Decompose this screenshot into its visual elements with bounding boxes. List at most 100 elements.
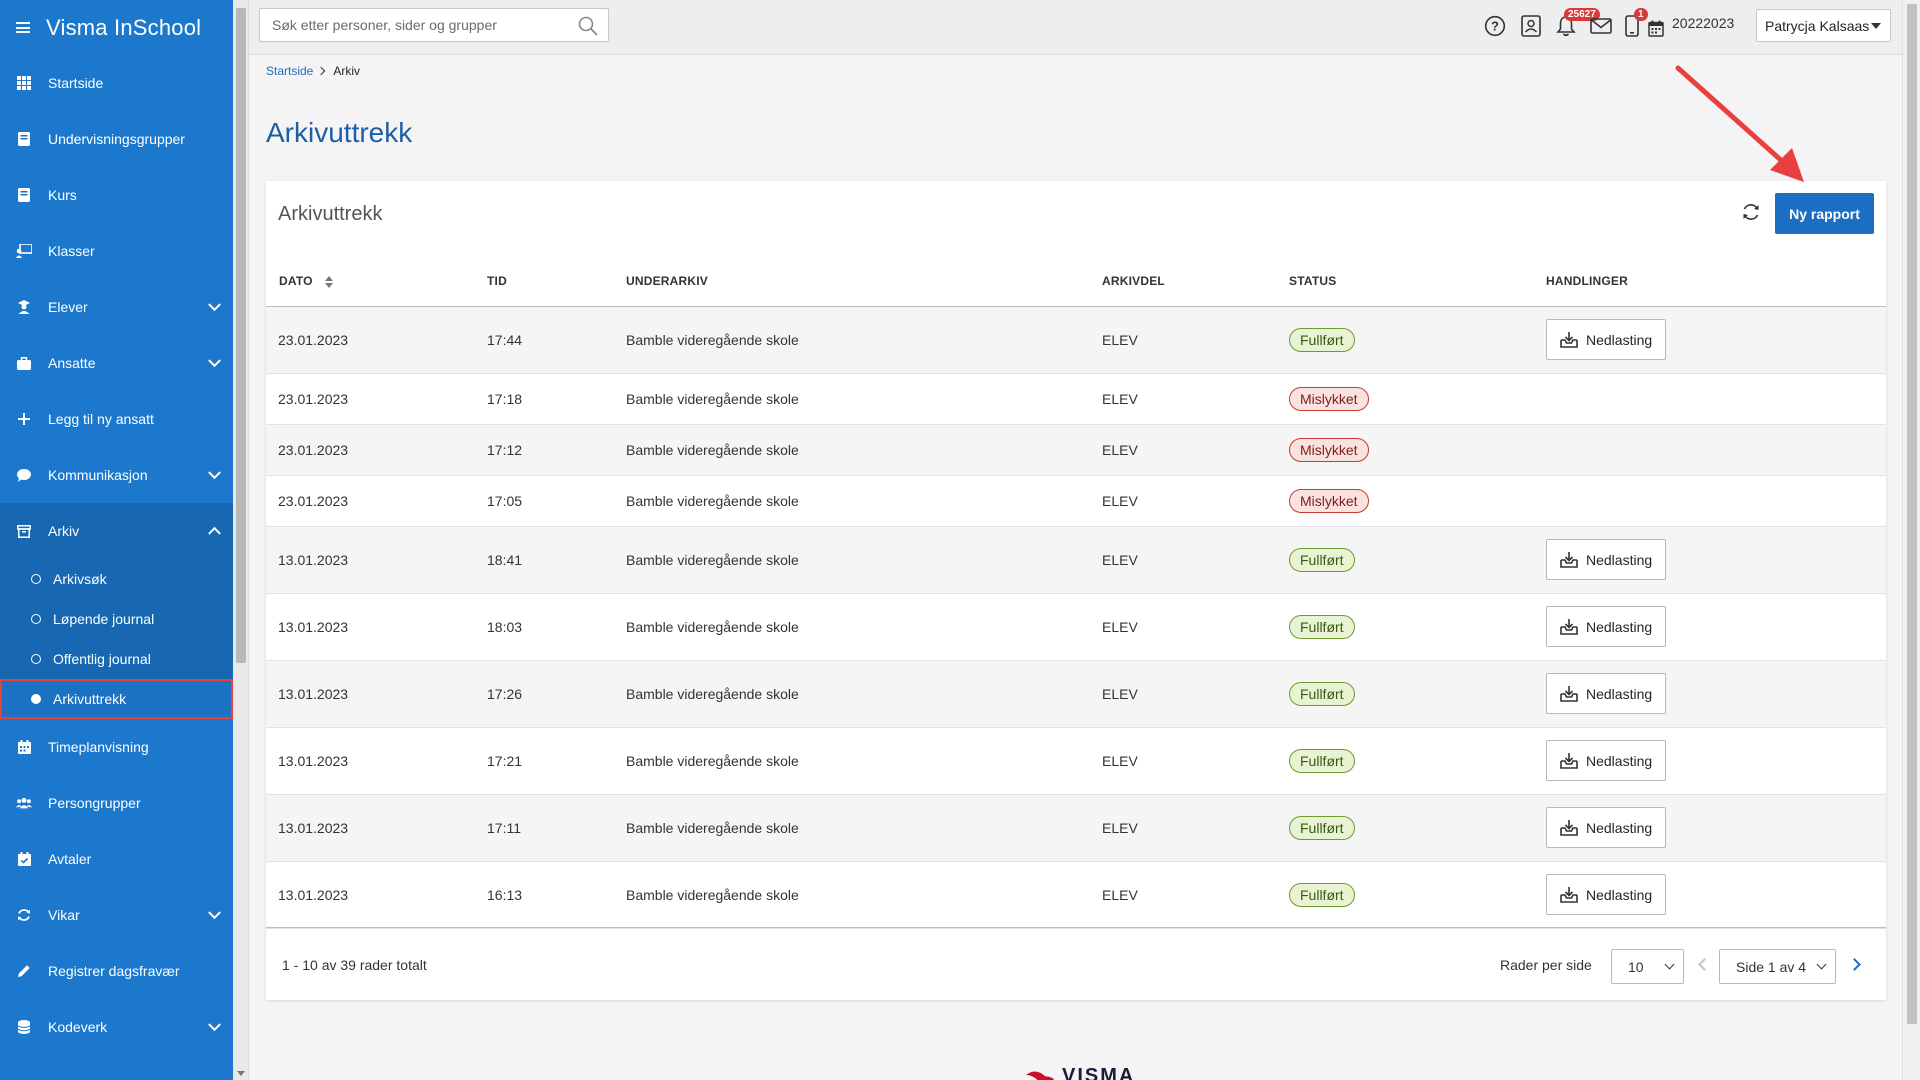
sidebar-item-kodeverk[interactable]: Kodeverk [0, 999, 233, 1055]
cell-status: Fullført [1289, 861, 1546, 929]
sidebar-item-klasser[interactable]: Klasser [0, 223, 233, 279]
mobile-device-icon[interactable]: 1 [1620, 8, 1648, 40]
help-icon[interactable]: ? [1483, 12, 1507, 40]
cell-actions [1546, 424, 1886, 476]
sort-icon[interactable] [324, 275, 333, 288]
chevron-down-icon[interactable] [208, 466, 221, 480]
hamburger-menu-icon[interactable] [16, 22, 30, 33]
cell-actions [1546, 475, 1886, 527]
page-select[interactable]: Side 1 av 4 [1719, 949, 1836, 984]
sidebar-item-ansatte[interactable]: Ansatte [0, 335, 233, 391]
page-scrollbar-thumb[interactable] [1907, 4, 1917, 1024]
mail-icon[interactable] [1589, 12, 1613, 40]
calendar-check-icon [16, 851, 32, 867]
app-title: Visma InSchool [46, 14, 202, 40]
refresh-icon[interactable] [1741, 202, 1761, 222]
sidebar-item-timeplanvisning[interactable]: Timeplanvisning [0, 719, 233, 775]
svg-text:?: ? [1491, 19, 1499, 34]
cell-arkivdel: ELEV [1102, 373, 1289, 425]
status-badge: Fullført [1289, 327, 1355, 352]
page-scrollbar[interactable] [1902, 0, 1920, 1080]
sidebar-item-label: Vikar [48, 907, 80, 923]
next-page-icon[interactable] [1848, 958, 1861, 971]
notification-bell-icon[interactable]: 25627 [1554, 8, 1600, 40]
sidebar-item-label: Ansatte [48, 355, 96, 371]
cell-arkivdel: ELEV [1102, 475, 1289, 527]
chevron-up-icon[interactable] [208, 526, 221, 540]
breadcrumb: Startside Arkiv [266, 64, 360, 78]
user-menu-button[interactable]: Patrycja Kalsaas [1756, 9, 1891, 42]
download-label: Nedlasting [1586, 551, 1653, 568]
cell-date: 13.01.2023 [266, 861, 487, 929]
cell-actions: Nedlasting [1546, 861, 1886, 929]
chevron-down-icon[interactable] [208, 906, 221, 920]
previous-page-icon[interactable] [1698, 958, 1711, 971]
chevron-down-icon[interactable] [208, 354, 221, 368]
sidebar-item-registrer-dagsfravaer[interactable]: Registrer dagsfravær [0, 943, 233, 999]
cell-underarkiv: Bamble videregående skole [626, 526, 1102, 594]
school-year[interactable]: 20222023 [1672, 15, 1734, 31]
sidebar-item-arkiv[interactable]: Arkiv [0, 503, 233, 559]
scroll-down-arrow-icon[interactable] [237, 1071, 245, 1076]
cell-arkivdel: ELEV [1102, 794, 1289, 862]
sidebar: Visma InSchool Startside Undervisningsgr… [0, 0, 233, 1080]
cell-time: 18:41 [487, 526, 626, 594]
column-header-dato[interactable]: DATO [266, 256, 487, 307]
new-report-button[interactable]: Ny rapport [1775, 193, 1874, 234]
table-row: 23.01.2023 17:12 Bamble videregående skole… [266, 424, 1886, 476]
download-button[interactable]: Nedlasting [1546, 740, 1667, 781]
download-button[interactable]: Nedlasting [1546, 807, 1667, 848]
download-icon [1560, 819, 1578, 836]
sidebar-item-startside[interactable]: Startside [0, 55, 233, 111]
sidebar-item-vikar[interactable]: Vikar [0, 887, 233, 943]
breadcrumb-home-link[interactable]: Startside [266, 64, 313, 78]
download-button[interactable]: Nedlasting [1546, 539, 1667, 580]
pencil-icon [16, 963, 32, 979]
contact-card-icon[interactable] [1519, 12, 1543, 40]
chevron-down-icon[interactable] [208, 298, 221, 312]
download-button[interactable]: Nedlasting [1546, 606, 1667, 647]
chevron-down-icon[interactable] [208, 1018, 221, 1032]
sidebar-item-elever[interactable]: Elever [0, 279, 233, 335]
visma-footer-logo: VISMA [1026, 1065, 1135, 1080]
circle-filled-icon [31, 694, 41, 704]
sidebar-item-label: Avtaler [48, 851, 92, 867]
rows-per-page-value: 10 [1628, 958, 1644, 975]
download-button[interactable]: Nedlasting [1546, 874, 1667, 915]
download-button[interactable]: Nedlasting [1546, 673, 1667, 714]
arkiv-submenu: Arkivsøk Løpende journal Offentlig journ… [0, 559, 233, 719]
download-label: Nedlasting [1586, 886, 1653, 903]
sidebar-scrollbar-thumb[interactable] [236, 8, 246, 663]
sidebar-item-persongrupper[interactable]: Persongrupper [0, 775, 233, 831]
status-badge: Fullført [1289, 681, 1355, 706]
cell-time: 17:05 [487, 475, 626, 527]
sidebar-item-undervisningsgrupper[interactable]: Undervisningsgrupper [0, 111, 233, 167]
download-icon [1560, 551, 1578, 568]
rows-per-page-select[interactable]: 10 [1611, 949, 1684, 984]
sidebar-subitem-lopende-journal[interactable]: Løpende journal [0, 599, 233, 639]
cell-underarkiv: Bamble videregående skole [626, 794, 1102, 862]
sidebar-subitem-offentlig-journal[interactable]: Offentlig journal [0, 639, 233, 679]
sidebar-subitem-arkivuttrekk[interactable]: Arkivuttrekk [0, 679, 233, 719]
table-row: 23.01.2023 17:44 Bamble videregående skole… [266, 306, 1886, 374]
download-icon [1560, 886, 1578, 903]
calendar-icon[interactable] [1647, 14, 1665, 42]
search-icon[interactable] [578, 16, 598, 36]
cell-actions [1546, 373, 1886, 425]
sidebar-item-avtaler[interactable]: Avtaler [0, 831, 233, 887]
sidebar-item-kommunikasjon[interactable]: Kommunikasjon [0, 447, 233, 503]
download-button[interactable]: Nedlasting [1546, 319, 1667, 360]
sidebar-item-kurs[interactable]: Kurs [0, 167, 233, 223]
sidebar-item-label: Startside [48, 75, 104, 91]
database-icon [16, 1019, 32, 1035]
sidebar-item-label: Klasser [48, 243, 95, 259]
sidebar-subitem-arkivsok[interactable]: Arkivsøk [0, 559, 233, 599]
book-icon [16, 187, 32, 203]
sidebar-item-legg-til-ny-ansatt[interactable]: Legg til ny ansatt [0, 391, 233, 447]
cell-status: Mislykket [1289, 424, 1546, 476]
sidebar-item-label: Arkiv [48, 523, 80, 539]
sidebar-scrollbar[interactable] [233, 0, 249, 1080]
column-header-status: STATUS [1289, 256, 1546, 307]
rows-per-page-label: Rader per side [1500, 957, 1592, 973]
search-input[interactable] [260, 9, 560, 41]
